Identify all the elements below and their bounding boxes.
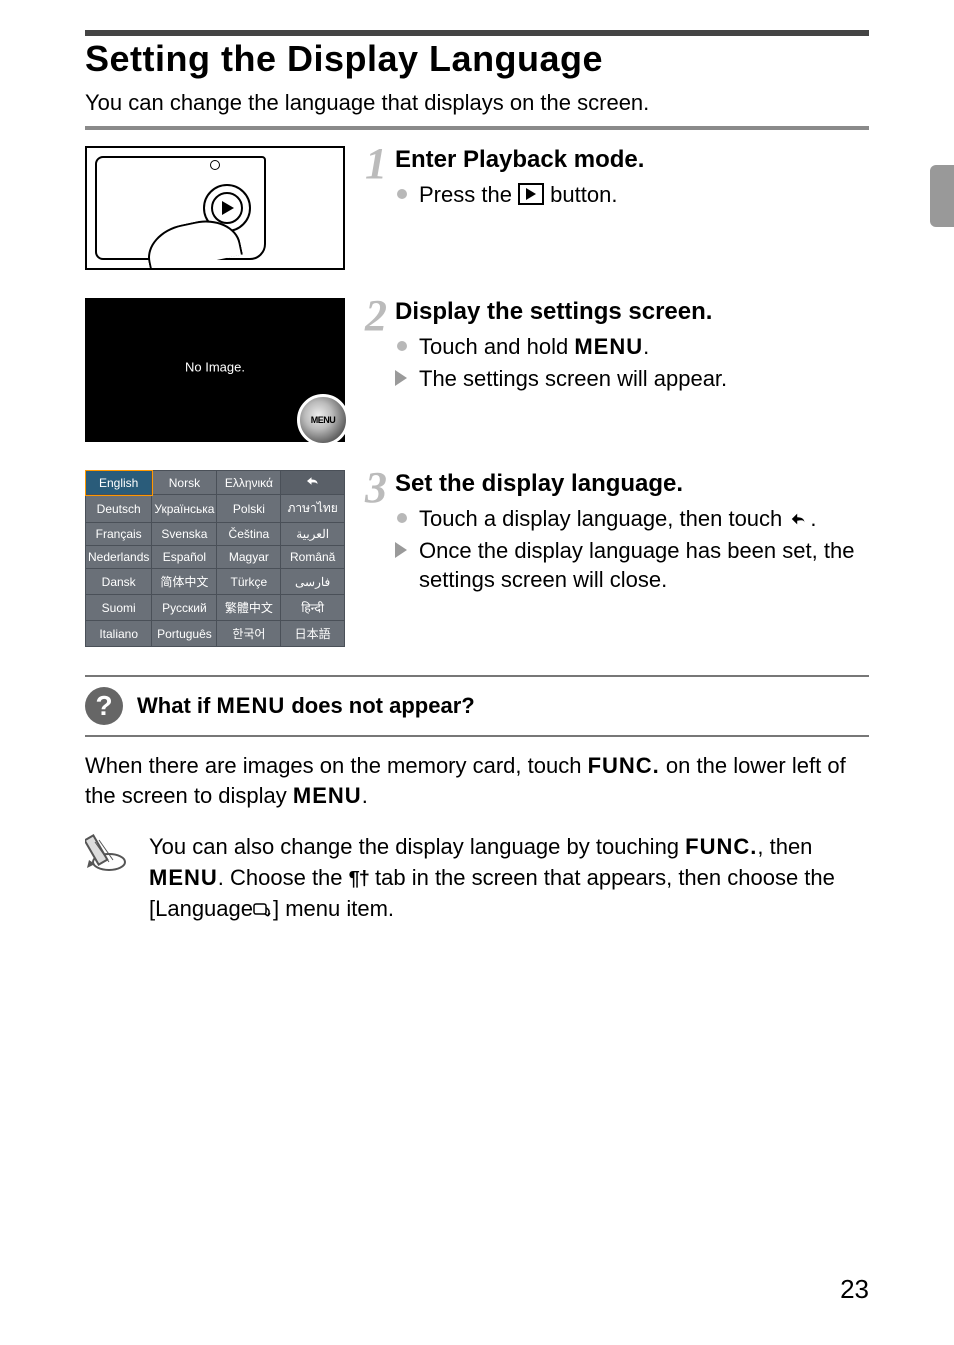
lang-cell: العربية <box>281 523 345 546</box>
bullet-arrow-icon <box>395 542 407 558</box>
list-item: Once the display language has been set, … <box>395 536 869 595</box>
text: . Choose the <box>218 865 349 890</box>
lang-cell <box>281 471 345 495</box>
text: What if <box>137 693 216 718</box>
lang-cell: Русский <box>152 595 217 621</box>
page-number: 23 <box>840 1274 869 1305</box>
lang-cell: Norsk <box>152 471 217 495</box>
text: . <box>362 783 368 808</box>
step-3-list: Touch a display language, then touch . O… <box>395 504 869 595</box>
step-number: 1 <box>365 142 387 186</box>
step-1-list: Press the button. <box>395 180 869 210</box>
side-tab <box>930 165 954 227</box>
lang-cell: Română <box>281 546 345 569</box>
lang-cell: Français <box>86 523 152 546</box>
text: button. <box>550 182 617 207</box>
lang-cell: Italiano <box>86 621 152 647</box>
figure-2: No Image. MENU <box>85 298 345 442</box>
lang-cell: 日本語 <box>281 621 345 647</box>
lang-cell: 한국어 <box>217 621 281 647</box>
intro-text: You can change the language that display… <box>85 90 869 116</box>
lang-cell: Polski <box>217 495 281 523</box>
bullet-dot-icon <box>397 513 407 523</box>
no-image-screen: No Image. MENU <box>85 298 345 442</box>
step-3-row: EnglishNorskΕλληνικά DeutschУкраїнськаPol… <box>85 470 869 647</box>
menu-glyph: MENU <box>293 783 362 808</box>
lang-cell: Magyar <box>217 546 281 569</box>
step-number: 3 <box>365 466 387 510</box>
lang-cell: ภาษาไทย <box>281 495 345 523</box>
return-icon <box>788 506 810 524</box>
lang-cell: हिन्दी <box>281 595 345 621</box>
text: Once the display language has been set, … <box>419 538 854 593</box>
figure-1 <box>85 146 345 270</box>
lang-cell: 繁體中文 <box>217 595 281 621</box>
title-divider <box>85 126 869 130</box>
lang-cell: Українська <box>152 495 217 523</box>
list-item: The settings screen will appear. <box>395 364 869 394</box>
func-glyph: FUNC. <box>588 753 660 778</box>
text: Touch and hold <box>419 334 574 359</box>
step-1-row: 1 Enter Playback mode. Press the button. <box>85 146 869 270</box>
step-2-row: No Image. MENU 2 Display the settings sc… <box>85 298 869 442</box>
question-title: What if MENU does not appear? <box>137 693 475 719</box>
pencil-tip-icon <box>85 832 129 876</box>
title-wrap: Setting the Display Language <box>85 30 869 80</box>
text: ] menu item. <box>273 896 394 921</box>
step-2-title: Display the settings screen. <box>395 298 869 326</box>
step-3-title: Set the display language. <box>395 470 869 498</box>
bullet-dot-icon <box>397 341 407 351</box>
text: . <box>810 506 816 531</box>
menu-badge-icon: MENU <box>297 394 349 446</box>
menu-glyph: MENU <box>149 865 218 890</box>
lang-cell: Svenska <box>152 523 217 546</box>
tools-tab-icon: ¶† <box>349 868 369 890</box>
text: Touch a display language, then touch <box>419 506 788 531</box>
lang-cell: Suomi <box>86 595 152 621</box>
question-body: When there are images on the memory card… <box>85 751 869 810</box>
bullet-arrow-icon <box>395 370 407 386</box>
text: You can also change the display language… <box>149 834 685 859</box>
question-icon: ? <box>85 687 123 725</box>
lang-cell: Türkçe <box>217 569 281 595</box>
tip-text: You can also change the display language… <box>149 832 869 924</box>
page-title: Setting the Display Language <box>85 38 869 80</box>
no-image-text: No Image. <box>87 360 343 375</box>
lang-cell: Português <box>152 621 217 647</box>
question-block: ? What if MENU does not appear? <box>85 675 869 737</box>
list-item: Touch a display language, then touch . <box>395 504 869 534</box>
text: does not appear? <box>285 693 474 718</box>
lang-cell: Nederlands <box>86 546 152 569</box>
bullet-dot-icon <box>397 189 407 199</box>
menu-glyph: MENU <box>216 693 285 718</box>
tip-block: You can also change the display language… <box>85 832 869 924</box>
lang-cell: Dansk <box>86 569 152 595</box>
list-item: Touch and hold MENU. <box>395 332 869 362</box>
lang-cell: English <box>86 471 152 495</box>
text: , then <box>757 834 812 859</box>
step-number: 2 <box>365 294 387 338</box>
manual-page: Setting the Display Language You can cha… <box>0 0 954 925</box>
language-icon <box>253 897 273 915</box>
lang-cell: 简体中文 <box>152 569 217 595</box>
menu-glyph: MENU <box>574 334 643 359</box>
lang-cell: Čeština <box>217 523 281 546</box>
step-2-list: Touch and hold MENU. The settings screen… <box>395 332 869 393</box>
camera-illustration <box>85 146 345 270</box>
list-item: Press the button. <box>395 180 869 210</box>
text: Press the <box>419 182 518 207</box>
text: . <box>643 334 649 359</box>
func-glyph: FUNC. <box>685 834 757 859</box>
lang-cell: Español <box>152 546 217 569</box>
text: The settings screen will appear. <box>419 366 727 391</box>
lang-cell: فارسی <box>281 569 345 595</box>
text: When there are images on the memory card… <box>85 753 588 778</box>
lang-cell: Ελληνικά <box>217 471 281 495</box>
language-table: EnglishNorskΕλληνικά DeutschУкраїнськаPol… <box>85 470 345 647</box>
step-1-title: Enter Playback mode. <box>395 146 869 174</box>
lang-cell: Deutsch <box>86 495 152 523</box>
play-icon <box>518 183 544 205</box>
figure-3: EnglishNorskΕλληνικά DeutschУкраїнськаPol… <box>85 470 345 647</box>
